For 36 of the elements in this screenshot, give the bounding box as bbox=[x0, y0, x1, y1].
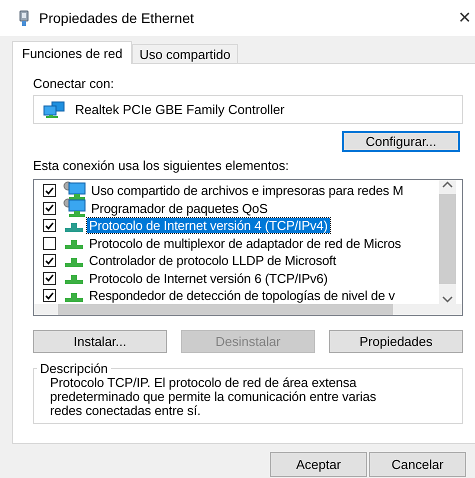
checkbox[interactable] bbox=[43, 254, 56, 268]
window-title: Propiedades de Ethernet bbox=[39, 10, 194, 26]
scrollbar-thumb[interactable] bbox=[58, 304, 393, 315]
properties-button[interactable]: Propiedades bbox=[329, 330, 463, 353]
tab[interactable]: Funciones de red bbox=[12, 41, 132, 64]
checkbox[interactable] bbox=[43, 236, 56, 250]
list-item[interactable]: Controlador de protocolo LLDP de Microsoft bbox=[87, 253, 338, 268]
close-button[interactable]: ✕ bbox=[458, 8, 471, 28]
checkbox[interactable] bbox=[43, 272, 56, 285]
adapter-field: Realtek PCIe GBE Family Controller bbox=[33, 95, 463, 124]
configure-button[interactable]: Configurar... bbox=[342, 131, 460, 152]
network-service-icon bbox=[63, 198, 87, 218]
checkbox[interactable] bbox=[43, 219, 56, 232]
list-item[interactable]: Respondedor de detección de topologías de nivel de v bbox=[87, 288, 397, 304]
scrollbar-thumb[interactable] bbox=[439, 194, 456, 284]
list-item[interactable]: Protocolo de Internet versión 6 (TCP/IPv6) bbox=[87, 270, 330, 286]
cancel-button[interactable]: Cancelar bbox=[369, 452, 466, 477]
list-item[interactable]: Protocolo de multiplexor de adaptador de red de Micros bbox=[87, 236, 404, 251]
group-label: Descripción bbox=[39, 361, 109, 376]
list-item[interactable]: Programador de paquetes QoS bbox=[89, 200, 270, 216]
description-text: Protocolo TCP/IP. El protocolo de red de área extensa predeterminado que permite la comunicación entre varias redes conectadas entre sí. bbox=[50, 376, 378, 418]
ok-button[interactable]: Aceptar bbox=[270, 452, 367, 477]
items-label: Esta conexión usa los siguientes elementos: bbox=[33, 158, 290, 175]
ethernet-icon bbox=[19, 10, 29, 26]
checkbox[interactable] bbox=[43, 202, 56, 215]
checkbox[interactable] bbox=[43, 184, 56, 198]
network-service-icon bbox=[63, 180, 87, 201]
scroll-down-icon bbox=[442, 294, 453, 304]
network-adapter-icon bbox=[43, 100, 65, 118]
list-item[interactable]: Uso compartido de archivos e impresoras para redes M bbox=[89, 183, 406, 198]
tab[interactable]: Uso compartido bbox=[132, 44, 238, 63]
list-item[interactable]: Protocolo de Internet versión 4 (TCP/IPv4) bbox=[87, 218, 330, 234]
install-button[interactable]: Instalar... bbox=[33, 330, 167, 353]
scroll-up-icon bbox=[442, 180, 453, 190]
checkbox[interactable] bbox=[43, 289, 56, 302]
connect-label: Conectar con: bbox=[33, 76, 115, 93]
